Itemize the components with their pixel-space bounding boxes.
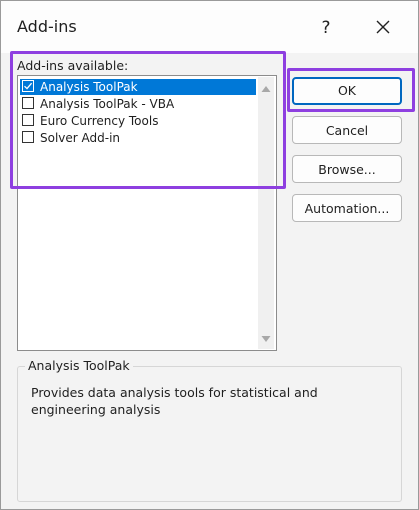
addin-label: Solver Add-in (40, 131, 121, 145)
addins-list-label: Add-ins available: (17, 58, 129, 73)
addin-checkbox-analysis-toolpak-vba[interactable] (22, 97, 34, 109)
ok-button[interactable]: OK (292, 77, 402, 105)
close-button[interactable] (367, 13, 399, 43)
addin-item-solver-addin[interactable]: Solver Add-in (20, 130, 256, 146)
description-group-title: Analysis ToolPak (25, 358, 133, 373)
dialog-title: Add-ins (17, 17, 77, 36)
addin-item-analysis-toolpak[interactable]: Analysis ToolPak (20, 79, 256, 95)
addins-listbox[interactable]: Analysis ToolPak Analysis ToolPak - VBA … (17, 75, 277, 351)
scroll-down-button[interactable] (258, 331, 274, 347)
browse-button[interactable]: Browse... (292, 155, 402, 183)
checkmark-icon (24, 82, 33, 90)
cancel-button[interactable]: Cancel (292, 116, 402, 144)
addin-item-euro-currency-tools[interactable]: Euro Currency Tools (20, 113, 256, 129)
listbox-scrollbar[interactable] (258, 77, 274, 349)
triangle-up-icon (261, 86, 271, 92)
addin-description: Provides data analysis tools for statist… (31, 385, 318, 417)
close-icon (376, 20, 390, 34)
help-button[interactable]: ? (311, 15, 341, 41)
addin-item-analysis-toolpak-vba[interactable]: Analysis ToolPak - VBA (20, 96, 256, 112)
automation-button[interactable]: Automation... (292, 194, 402, 222)
scroll-up-button[interactable] (258, 81, 274, 97)
triangle-down-icon (261, 336, 271, 342)
dialog-titlebar: Add-ins ? (1, 1, 418, 53)
addin-checkbox-euro-currency-tools[interactable] (22, 114, 34, 126)
addin-label: Analysis ToolPak (40, 80, 138, 94)
addin-checkbox-solver-addin[interactable] (22, 131, 34, 143)
addin-label: Euro Currency Tools (40, 114, 159, 128)
addin-checkbox-analysis-toolpak[interactable] (22, 80, 34, 92)
addin-label: Analysis ToolPak - VBA (40, 97, 175, 111)
